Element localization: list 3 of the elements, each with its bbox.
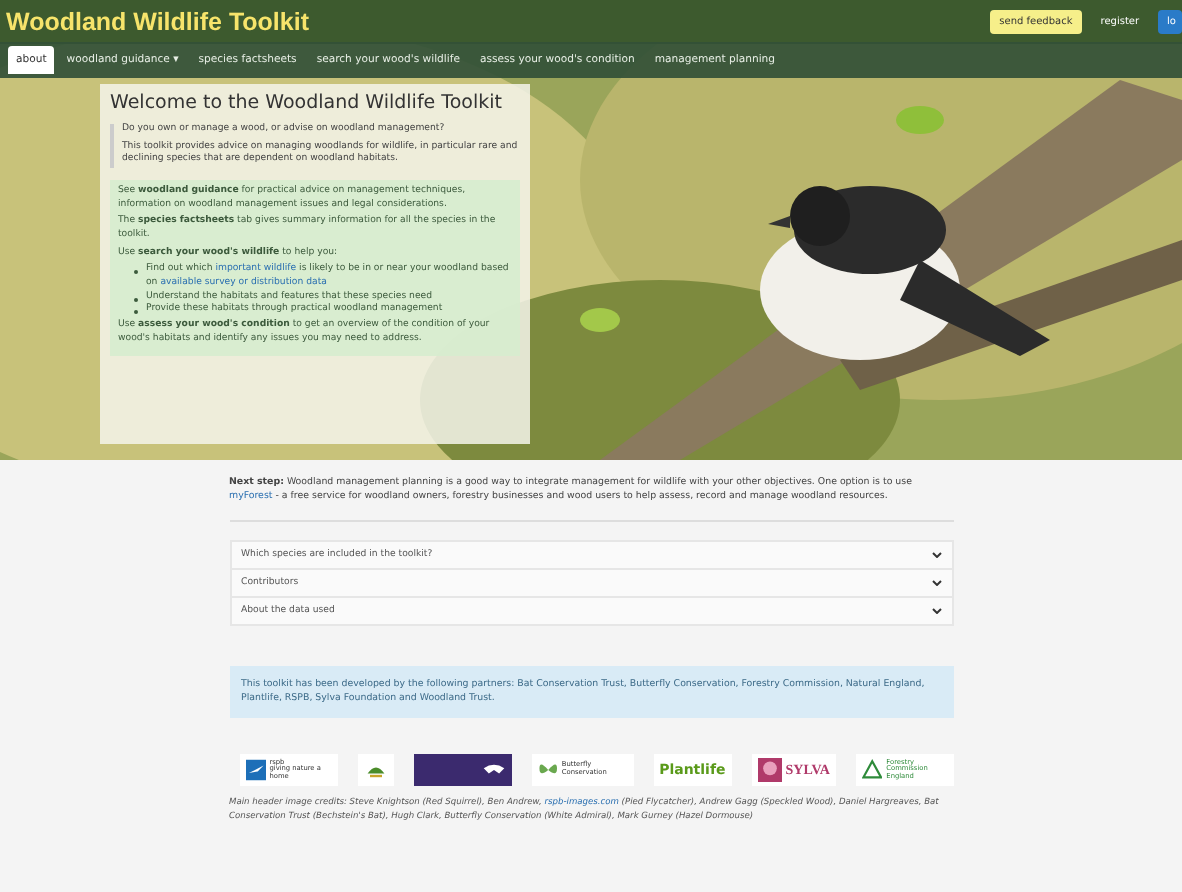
site-title[interactable]: Woodland Wildlife Toolkit	[6, 7, 309, 35]
welcome-title: Welcome to the Woodland Wildlife Toolkit	[110, 92, 504, 114]
partner-logo[interactable]	[413, 754, 512, 787]
